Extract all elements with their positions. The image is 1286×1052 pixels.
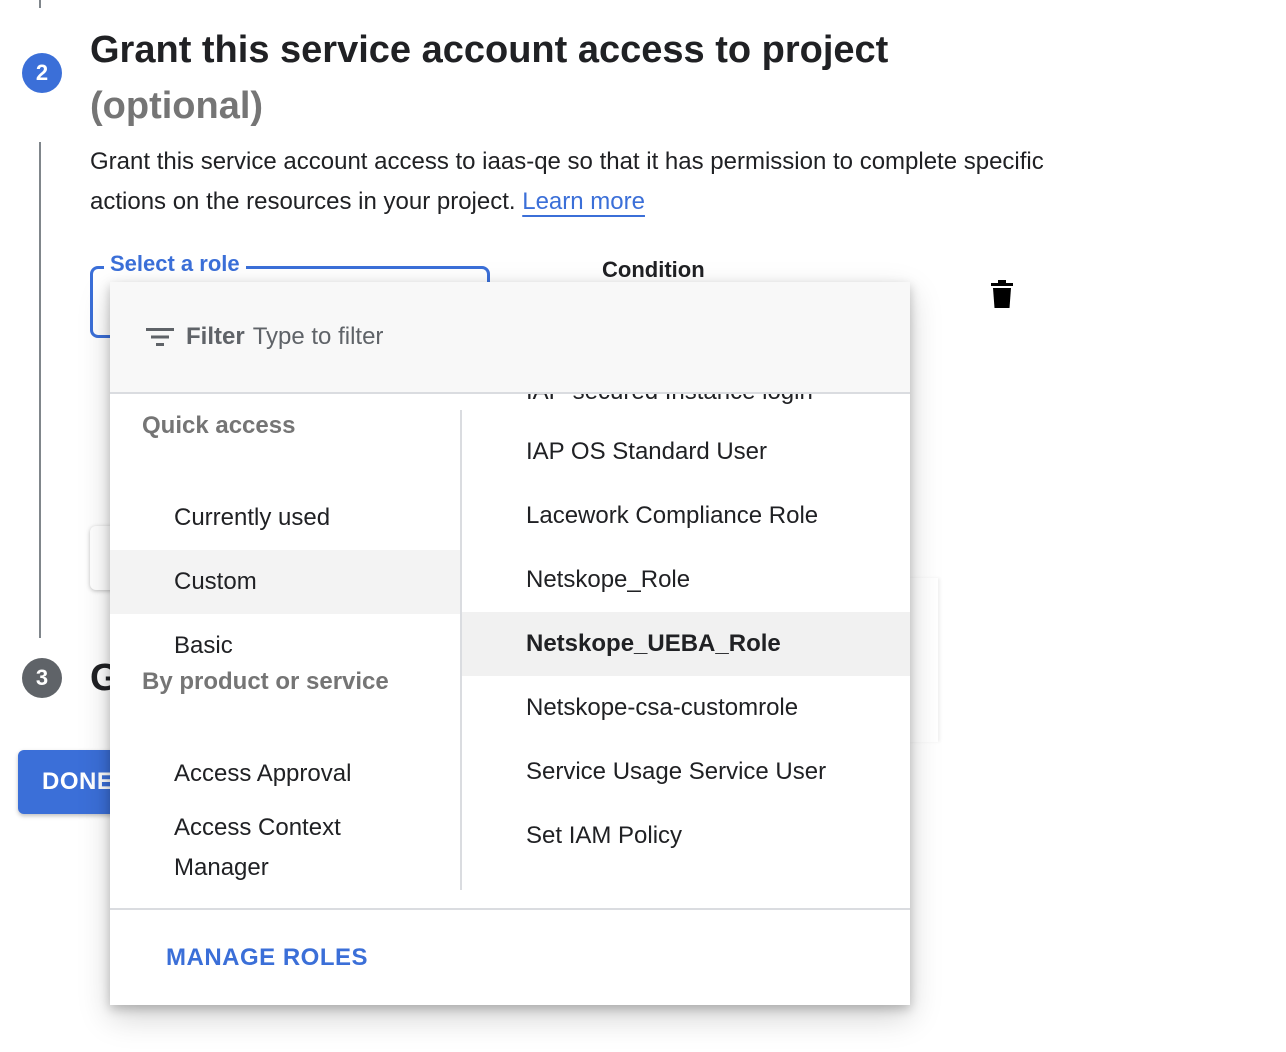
filter-input[interactable] — [252, 323, 653, 351]
trash-icon[interactable] — [989, 279, 1015, 309]
filter-list-icon — [146, 328, 174, 346]
grant-access-page: 2 Grant this service account access to p… — [0, 0, 1286, 1052]
role-item[interactable]: Set IAM Policy — [462, 804, 910, 868]
step-3-badge: 3 — [22, 658, 62, 698]
role-item-highlighted[interactable]: Netskope_UEBA_Role — [462, 612, 910, 676]
role-picker-menu: Filter Quick access Currently used Custo… — [110, 282, 910, 1005]
by-product-header: By product or service — [142, 668, 389, 695]
step-2-description: Grant this service account access to iaa… — [90, 142, 1050, 222]
condition-label: Condition — [602, 257, 705, 282]
menu-footer: MANAGE ROLES — [110, 908, 910, 1005]
role-item[interactable]: Service Usage Service User — [462, 740, 910, 804]
quick-access-header: Quick access — [142, 412, 296, 439]
role-list: IAP-secured Instance login IAP OS Standa… — [462, 394, 910, 908]
role-item[interactable]: Lacework Compliance Role — [462, 484, 910, 548]
category-access-context-manager[interactable]: Access Context Manager — [110, 806, 410, 890]
step-2-badge: 2 — [22, 53, 62, 93]
role-item[interactable]: Netskope_Role — [462, 548, 910, 612]
role-item[interactable]: IAP-secured Instance login — [462, 394, 910, 416]
category-custom[interactable]: Custom — [110, 550, 460, 614]
manage-roles-button[interactable]: MANAGE ROLES — [166, 944, 368, 972]
role-select-label: Select a role — [104, 250, 246, 278]
panel-edge — [908, 578, 938, 742]
stepper-line — [39, 142, 41, 638]
filter-label: Filter — [186, 323, 245, 350]
category-currently-used[interactable]: Currently used — [110, 486, 460, 550]
category-list: Quick access Currently used Custom Basic… — [110, 394, 460, 908]
role-item[interactable]: IAP OS Standard User — [462, 420, 910, 484]
category-access-approval[interactable]: Access Approval — [110, 742, 460, 806]
filter-bar: Filter — [110, 282, 910, 394]
learn-more-link[interactable]: Learn more — [522, 188, 645, 215]
step-2-title: Grant this service account access to pro… — [90, 22, 990, 134]
step-2-heading: Grant this service account access to pro… — [90, 29, 889, 71]
stepper-line — [39, 0, 41, 8]
role-item-label: IAP-secured Instance login — [526, 394, 813, 406]
optional-label: (optional) — [90, 85, 264, 127]
role-item[interactable]: Netskope-csa-customrole — [462, 676, 910, 740]
